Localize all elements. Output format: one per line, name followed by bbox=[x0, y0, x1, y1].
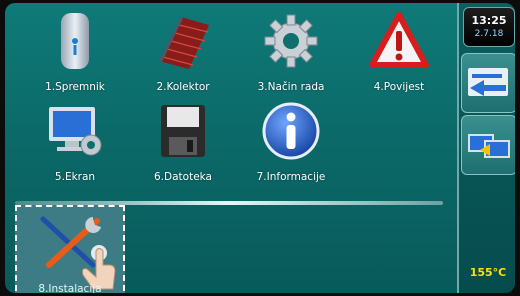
clock-date: 2.7.18 bbox=[474, 29, 504, 39]
screen-switch-icon bbox=[468, 134, 510, 158]
floppy-disk-icon bbox=[161, 105, 205, 157]
gear-icon bbox=[264, 14, 318, 68]
tile-file[interactable]: 6.Datoteka bbox=[133, 101, 233, 191]
monitor-settings-icon bbox=[49, 107, 102, 156]
tile-operating-mode[interactable]: 3.Način rada bbox=[241, 11, 341, 101]
tile-display[interactable]: 5.Ekran bbox=[25, 101, 125, 191]
screen-switch-button[interactable] bbox=[461, 115, 515, 175]
clock: 13:25 2.7.18 bbox=[463, 7, 515, 47]
status-sidebar: 13:25 2.7.18 155°C bbox=[457, 3, 515, 293]
info-icon bbox=[262, 102, 320, 160]
tile-label: 6.Datoteka bbox=[154, 171, 212, 183]
tile-label: 2.Kolektor bbox=[156, 81, 210, 93]
clock-time: 13:25 bbox=[471, 14, 507, 27]
tile-history[interactable]: 4.Povijest bbox=[349, 11, 449, 101]
warning-triangle-icon bbox=[369, 12, 429, 68]
storage-tank-icon bbox=[61, 13, 89, 69]
tile-label: 8.Instalacija bbox=[38, 283, 102, 293]
tile-information[interactable]: 7.Informacije bbox=[241, 101, 341, 191]
tile-installation[interactable]: 8.Instalacija bbox=[15, 205, 125, 293]
solar-collector-icon bbox=[159, 17, 209, 69]
tile-storage-tank[interactable]: 1.Spremnik bbox=[25, 11, 125, 101]
tile-label: 7.Informacije bbox=[256, 171, 326, 183]
touch-screen: 1.Spremnik 2.Kolektor 3.Način rada 4.Pov… bbox=[5, 3, 515, 293]
tile-label: 3.Način rada bbox=[257, 81, 325, 93]
tile-label: 1.Spremnik bbox=[45, 81, 105, 93]
tile-solar-collector[interactable]: 2.Kolektor bbox=[133, 11, 233, 101]
main-menu: 1.Spremnik 2.Kolektor 3.Način rada 4.Pov… bbox=[5, 3, 455, 293]
tile-label: 4.Povijest bbox=[373, 81, 425, 93]
arrow-left-icon bbox=[468, 68, 508, 96]
temperature-readout: 155°C bbox=[469, 266, 507, 279]
tile-label: 5.Ekran bbox=[54, 171, 96, 183]
back-button[interactable] bbox=[461, 53, 515, 113]
